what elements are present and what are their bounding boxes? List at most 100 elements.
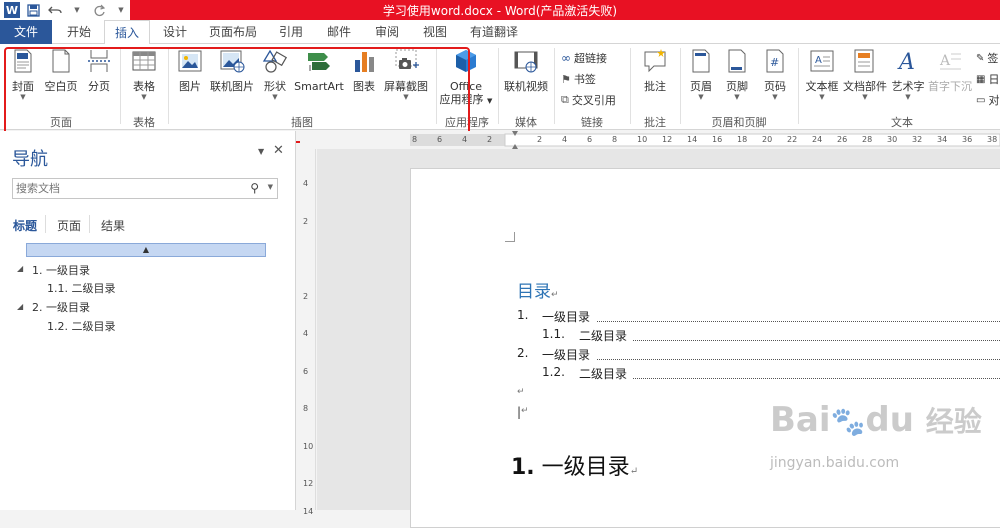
tab-references[interactable]: 引用 <box>268 20 314 44</box>
undo-icon[interactable] <box>46 2 64 18</box>
page-number-button[interactable]: # 页码 ▼ <box>760 48 790 101</box>
page-number-icon: # <box>766 49 784 73</box>
drop-cap-button[interactable]: A 首字下沉 <box>928 48 972 93</box>
group-label-header-footer: 页眉和页脚 <box>711 116 767 129</box>
nav-tab-headings[interactable]: 标题 <box>13 217 37 234</box>
comment-label: 批注 <box>644 80 666 93</box>
date-time-button[interactable]: ▦ 日 <box>976 71 999 87</box>
close-icon[interactable]: ✕ <box>273 143 284 158</box>
ruler-tick-label: 14 <box>687 135 698 144</box>
watermark-url: jingyan.baidu.com <box>770 455 900 471</box>
group-separator <box>798 48 799 124</box>
tab-view[interactable]: 视图 <box>412 20 458 44</box>
tab-page-layout[interactable]: 页面布局 <box>202 20 264 44</box>
nav-heading-item[interactable]: 1.2. 二级目录 <box>47 318 116 334</box>
vertical-ruler[interactable]: 4 2 2 4 6 8 10 12 14 <box>300 149 316 516</box>
heading-1[interactable]: 1. 一级目录↵ <box>511 449 638 481</box>
expand-triangle-icon[interactable]: ◢ <box>17 302 23 311</box>
date-label: 日 <box>988 73 1000 86</box>
ruler-tick-label: 10 <box>637 135 648 144</box>
cross-reference-icon: ⧉ <box>561 93 569 106</box>
tab-youdao-translate[interactable]: 有道翻译 <box>462 20 526 44</box>
nav-heading-item[interactable]: 2. 一级目录 <box>32 299 90 315</box>
bookmark-icon: ⚑ <box>561 72 571 86</box>
navigation-pane: 导航 ▼ ✕ ⚲ ▼ 标题 页面 结果 ▲ ◢ 1. 一级目录 1.1. 二级目… <box>0 131 296 510</box>
hyperlink-label: 超链接 <box>574 52 607 65</box>
svg-text:A: A <box>939 53 951 69</box>
cross-reference-button[interactable]: ⧉ 交叉引用 <box>561 92 616 108</box>
group-label-links: 链接 <box>581 116 603 129</box>
wordart-button[interactable]: A 艺术字 ▼ <box>890 48 926 101</box>
online-video-button[interactable]: 联机视频 <box>503 48 549 93</box>
document-page[interactable] <box>410 168 1000 528</box>
nav-heading-item[interactable]: 1.1. 二级目录 <box>47 280 116 296</box>
ruler-tick-label: 8 <box>412 135 418 144</box>
customize-qat-icon[interactable]: ▼ <box>112 2 130 18</box>
chevron-down-icon: ▼ <box>772 93 778 101</box>
ruler-tick-label: 26 <box>837 135 848 144</box>
ruler-tick-label: 12 <box>662 135 673 144</box>
svg-text:#: # <box>770 56 779 69</box>
search-dropdown-icon[interactable]: ▼ <box>268 183 273 191</box>
ruler-tick-label: 2 <box>487 135 493 144</box>
horizontal-ruler[interactable]: 8 6 4 2 2 4 6 8 10 12 14 16 18 20 22 24 26 28 30 32 34 36 38 <box>300 131 1000 149</box>
toc-title[interactable]: 目录↵ <box>517 277 559 302</box>
signature-label: 签 <box>987 52 999 65</box>
signature-line-button[interactable]: ✎ 签 <box>976 50 998 66</box>
pane-options-icon[interactable]: ▼ <box>258 147 264 156</box>
tab-mailings[interactable]: 邮件 <box>316 20 362 44</box>
bookmark-button[interactable]: ⚑ 书签 <box>561 71 596 87</box>
ruler-tick-label: 6 <box>587 135 593 144</box>
comment-button[interactable]: 批注 <box>638 48 672 93</box>
ruler-tick-label: 36 <box>962 135 973 144</box>
header-button[interactable]: 页眉 ▼ <box>686 48 716 101</box>
redo-icon[interactable] <box>90 2 108 18</box>
drop-cap-icon: A <box>939 53 961 70</box>
nav-tab-divider <box>45 215 46 233</box>
group-label-text: 文本 <box>891 116 913 129</box>
ruler-tick-label: 28 <box>862 135 873 144</box>
svg-text:A: A <box>897 50 915 74</box>
collapse-headings-bar[interactable]: ▲ <box>26 243 266 257</box>
tab-design[interactable]: 设计 <box>152 20 198 44</box>
tab-review[interactable]: 审阅 <box>364 20 410 44</box>
ruler-tick-label: 24 <box>812 135 823 144</box>
chevron-down-icon: ▼ <box>698 93 704 101</box>
hyperlink-icon: ∞ <box>561 51 571 65</box>
undo-dropdown-icon[interactable]: ▼ <box>68 2 86 18</box>
title-bar: 学习使用word.docx - Word(产品激活失败) W ▼ ▼ <box>0 0 1000 20</box>
window-title: 学习使用word.docx - Word(产品激活失败) <box>382 4 618 18</box>
toc-entry-text[interactable]: 一级目录 <box>542 308 590 325</box>
toc-leader-dots <box>597 321 1000 322</box>
group-separator <box>498 48 499 124</box>
toc-entry-text[interactable]: 一级目录 <box>542 346 590 363</box>
calendar-icon: ▦ <box>976 73 986 85</box>
nav-tab-results[interactable]: 结果 <box>101 217 125 234</box>
tab-insert[interactable]: 插入 <box>104 20 150 45</box>
wordart-icon: A <box>897 50 915 75</box>
save-icon[interactable] <box>24 2 42 18</box>
tab-home[interactable]: 开始 <box>56 20 102 44</box>
footer-button[interactable]: 页脚 ▼ <box>722 48 752 101</box>
nav-tab-pages[interactable]: 页面 <box>57 217 81 234</box>
textbox-button[interactable]: A 文本框 ▼ <box>804 48 840 101</box>
tab-file[interactable]: 文件 <box>0 20 52 44</box>
nav-tab-divider <box>89 215 90 233</box>
expand-triangle-icon[interactable]: ◢ <box>17 264 23 273</box>
search-icon[interactable]: ⚲ <box>250 181 259 195</box>
page-corner-mark <box>505 232 515 242</box>
comment-icon <box>644 49 666 73</box>
toc-entry-text[interactable]: 二级目录 <box>579 365 627 382</box>
quick-parts-button[interactable]: 文档部件 ▼ <box>842 48 888 101</box>
toc-entry-text[interactable]: 二级目录 <box>579 327 627 344</box>
word-logo-icon[interactable]: W <box>4 2 20 18</box>
ruler-tick-label: 2 <box>537 135 543 144</box>
nav-heading-item[interactable]: 1. 一级目录 <box>32 262 90 278</box>
object-button[interactable]: ▭ 对 <box>976 92 999 108</box>
nav-search-input[interactable] <box>13 179 233 198</box>
quick-parts-icon <box>854 49 874 73</box>
ruler-tick-label: 30 <box>887 135 898 144</box>
online-video-label: 联机视频 <box>504 80 548 93</box>
hyperlink-button[interactable]: ∞ 超链接 <box>561 50 607 66</box>
ruler-tick-label: 12 <box>303 479 314 488</box>
